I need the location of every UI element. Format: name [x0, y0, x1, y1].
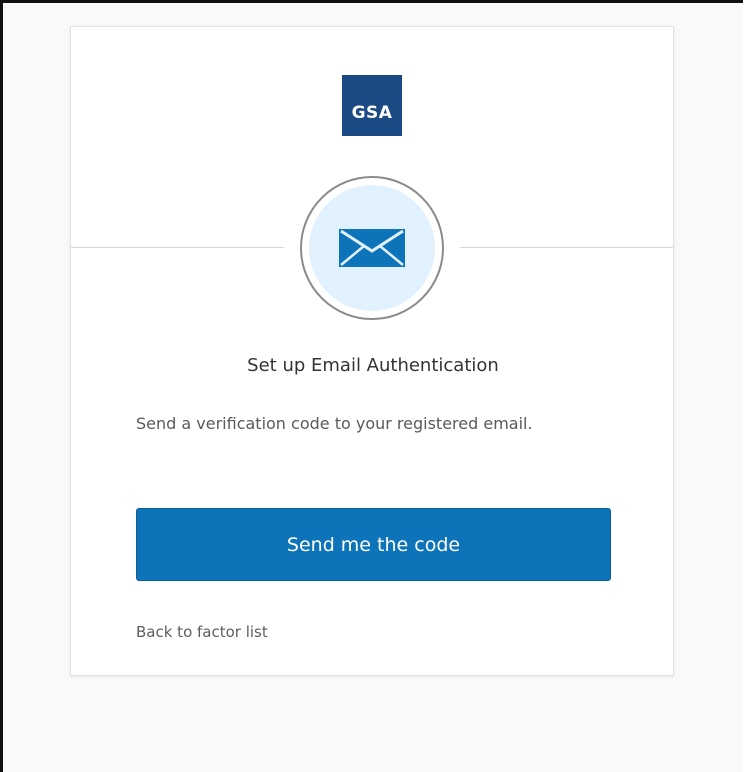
logo-text: GSA [351, 102, 393, 123]
envelope-icon [339, 229, 405, 267]
back-to-factor-list-link[interactable]: Back to factor list [136, 623, 268, 641]
beacon-inner [309, 185, 435, 311]
factor-beacon [300, 176, 444, 320]
auth-card: GSA Set up Email Authentication Send a v… [70, 26, 674, 676]
page-frame: GSA Set up Email Authentication Send a v… [0, 0, 743, 772]
divider-left [71, 247, 284, 248]
page-title: Set up Email Authentication [247, 355, 499, 376]
instructions-text: Send a verification code to your registe… [136, 414, 533, 433]
send-code-button[interactable]: Send me the code [136, 508, 611, 581]
divider-right [460, 247, 673, 248]
gsa-logo: GSA [342, 75, 402, 136]
